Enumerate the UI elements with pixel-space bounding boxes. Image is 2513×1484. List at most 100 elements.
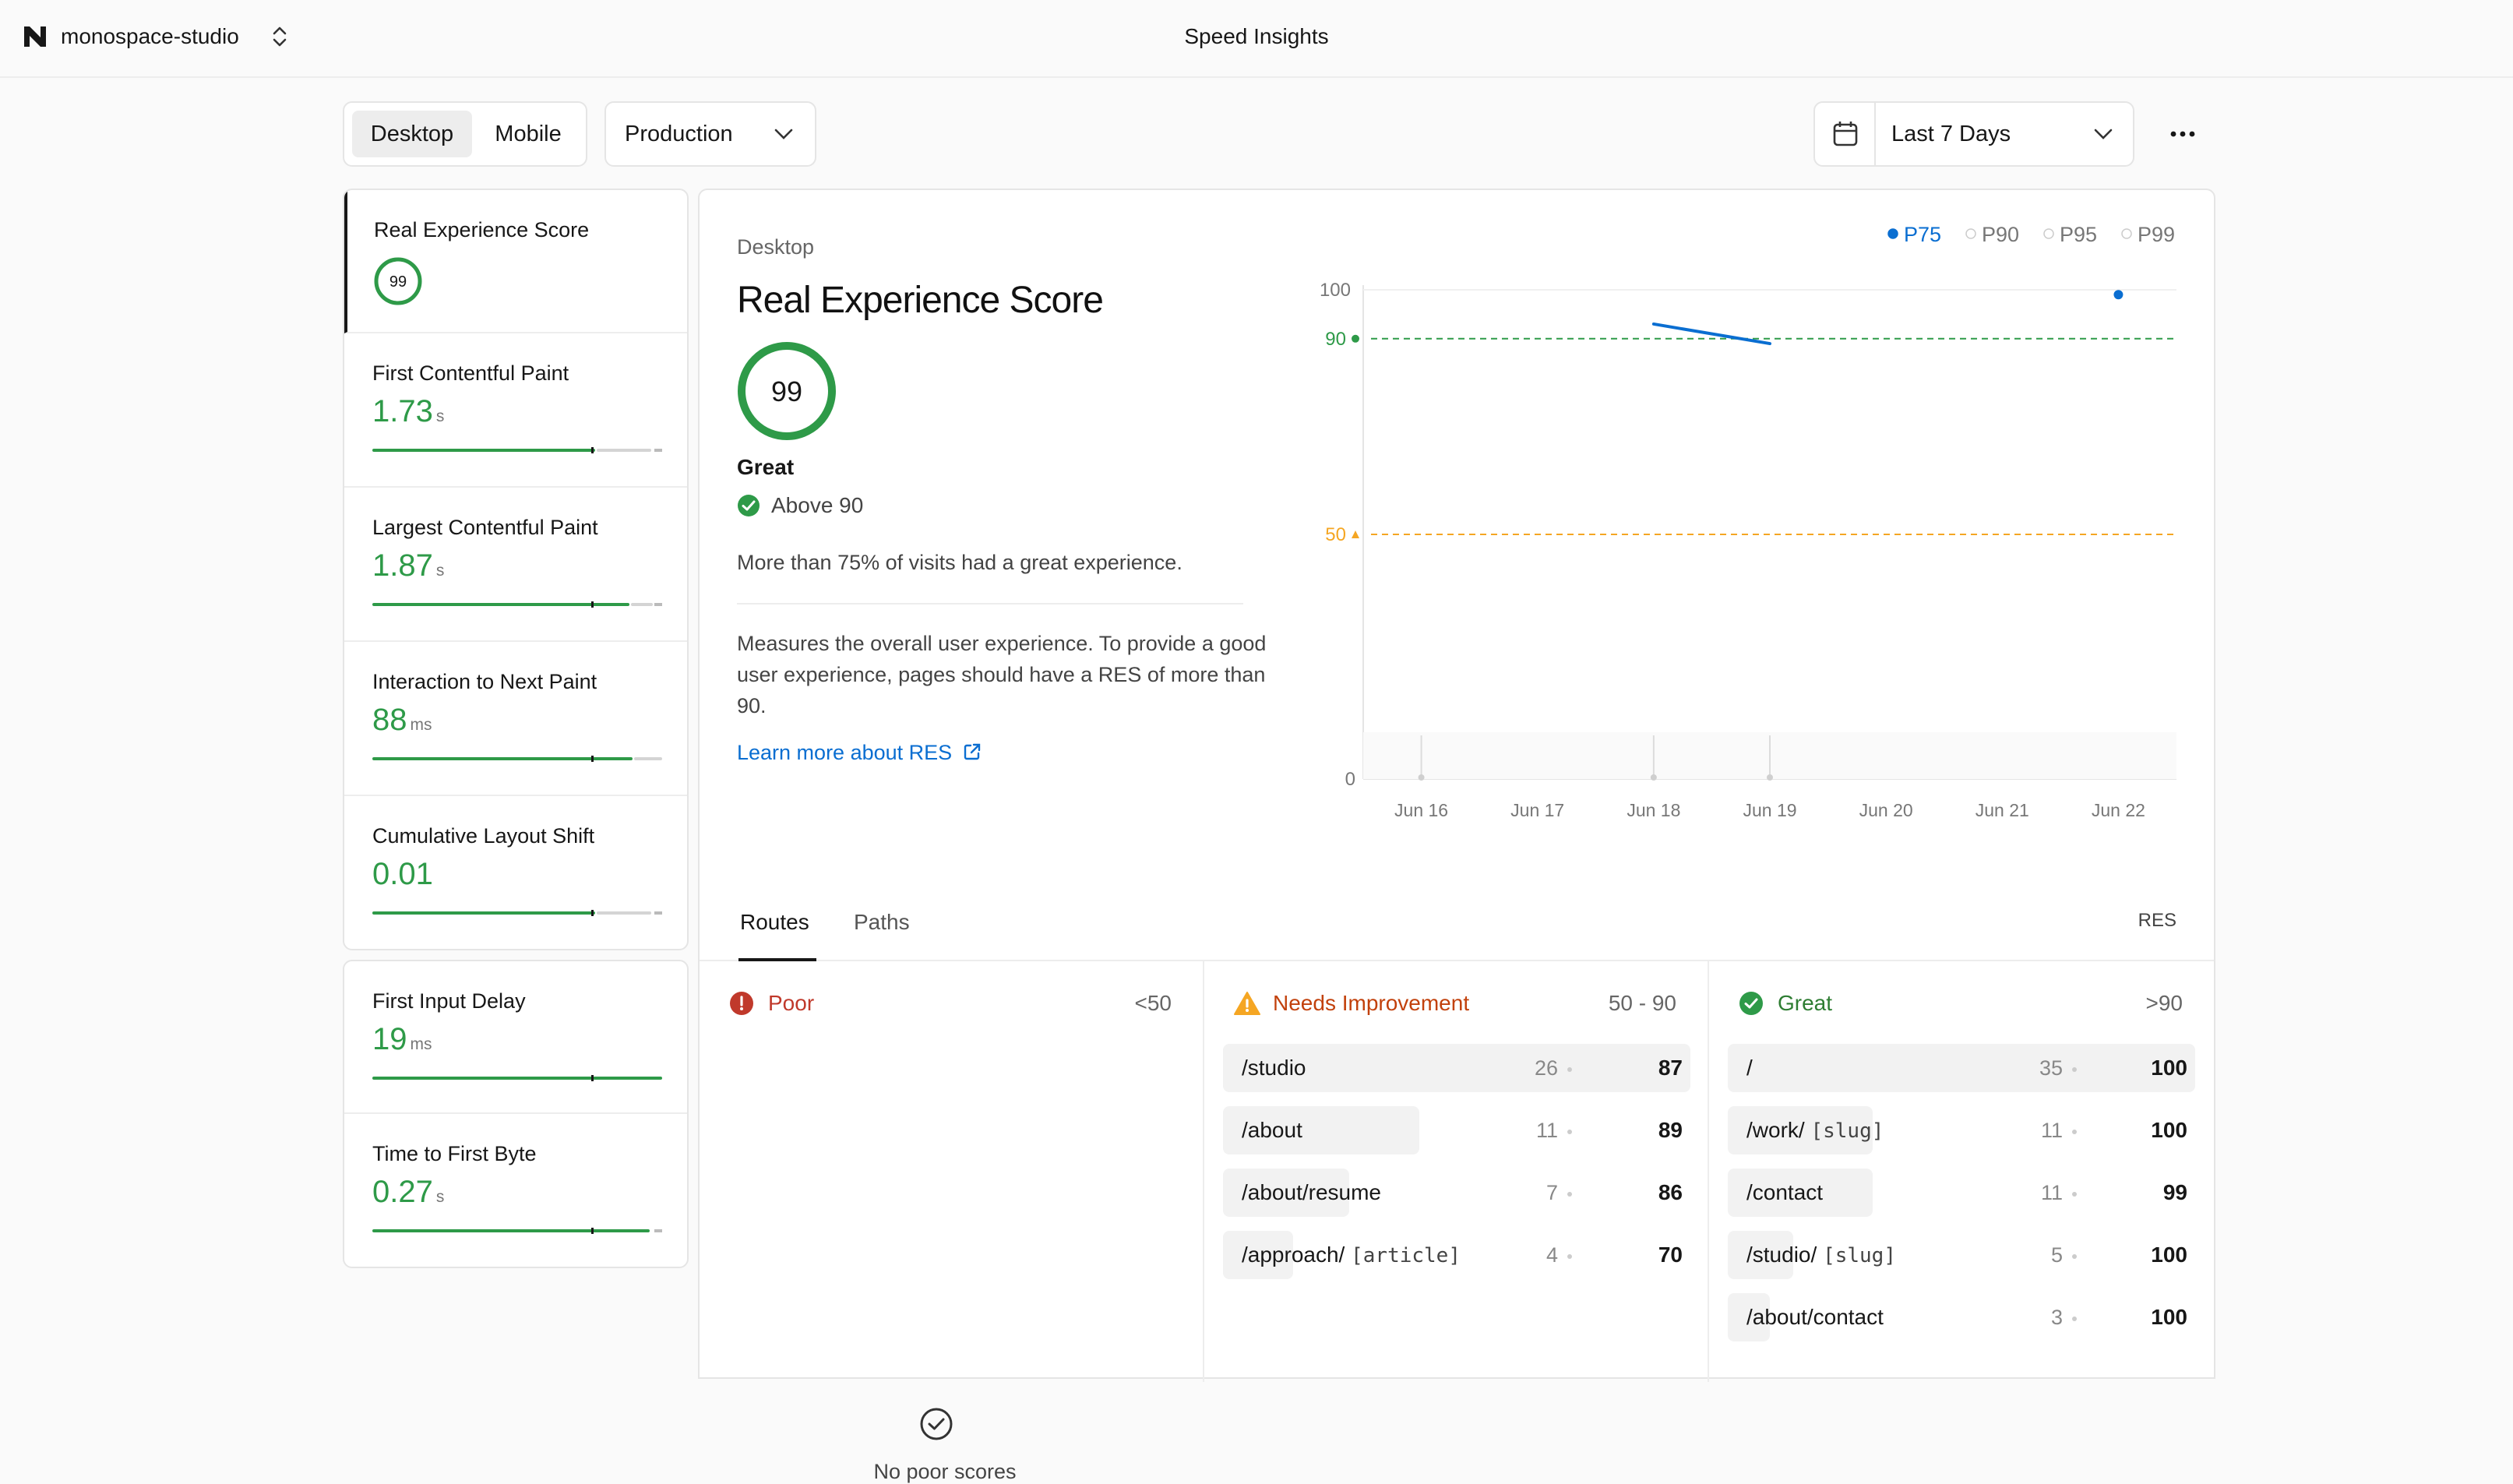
metric-progress-bar	[372, 756, 662, 762]
series-point	[2113, 290, 2124, 300]
learn-more-label: Learn more about RES	[737, 741, 953, 764]
route-score: 100	[2151, 1305, 2187, 1329]
summary-text: More than 75% of visits had a great expe…	[737, 551, 1182, 574]
metric-ttfb[interactable]: Time to First Byte 0.27 s	[344, 1114, 687, 1267]
score-ring: 99	[374, 257, 422, 305]
needs-improvement-range: 50 - 90	[1608, 991, 1676, 1015]
x-tick-label: Jun 21	[1976, 800, 2029, 820]
metric-column-label: RES	[2138, 910, 2176, 931]
route-row[interactable]: /contact 11 99	[1728, 1169, 2195, 1217]
metric-cls[interactable]: Cumulative Layout Shift 0.01	[344, 796, 687, 949]
metric-value: 1.73 s	[372, 394, 445, 428]
alert-circle-icon	[730, 992, 753, 1015]
visit-indicator-icon	[2072, 1130, 2077, 1134]
threshold-marker	[1352, 531, 1359, 538]
metric-value: 0.01	[372, 857, 433, 891]
route-path: /about	[1242, 1118, 1302, 1142]
route-slug: [article]	[1351, 1244, 1461, 1267]
metric-title: Interaction to Next Paint	[372, 670, 597, 693]
route-row[interactable]: /about/contact 3 100	[1728, 1293, 2195, 1341]
metric-progress-bar	[372, 910, 662, 916]
route-path: /about/contact	[1746, 1305, 1884, 1329]
metric-res[interactable]: Real Experience Score 99	[344, 190, 687, 333]
poor-label: Poor	[768, 991, 815, 1015]
metric-lcp[interactable]: Largest Contentful Paint 1.87 s	[344, 488, 687, 642]
visit-indicator-icon	[1567, 1192, 1572, 1197]
route-visit-count: 11	[2040, 1119, 2063, 1142]
metric-value: 1.87 s	[372, 548, 445, 583]
route-score: 99	[2162, 1180, 2187, 1204]
route-row[interactable]: /studio/ [slug] 5 100	[1728, 1231, 2195, 1279]
route-row[interactable]: / 35 100	[1728, 1044, 2195, 1092]
route-score: 70	[1658, 1243, 1683, 1267]
route-path: /approach/ [article]	[1242, 1243, 1461, 1267]
metric-title: Real Experience Score	[374, 218, 590, 241]
needs-improvement-label: Needs Improvement	[1273, 991, 1470, 1015]
x-tick-label: Jun 20	[1859, 800, 1913, 820]
tab-desktop[interactable]: Desktop	[352, 111, 472, 157]
route-visit-count: 5	[2050, 1243, 2063, 1267]
chevron-down-icon	[774, 129, 793, 139]
core-metrics-group: Real Experience Score 99 First Contentfu…	[343, 189, 689, 950]
check-circle-icon	[1739, 992, 1763, 1015]
metric-fid[interactable]: First Input Delay 19 ms	[344, 961, 687, 1114]
metric-inp[interactable]: Interaction to Next Paint 88 ms	[344, 642, 687, 796]
x-tick-label: Jun 18	[1627, 800, 1680, 820]
page-title: Speed Insights	[1184, 24, 1329, 48]
route-row[interactable]: /studio 26 87	[1223, 1044, 1690, 1092]
route-score: 86	[1658, 1180, 1683, 1204]
route-path: /studio	[1242, 1056, 1306, 1080]
visit-indicator-icon	[2072, 1067, 2077, 1072]
x-tick-label: Jun 22	[2092, 800, 2145, 820]
external-link-icon	[964, 743, 980, 760]
legend-item-p90[interactable]: P90	[1982, 223, 2019, 246]
great-label: Great	[1778, 991, 1833, 1015]
tab-mobile[interactable]: Mobile	[474, 111, 583, 157]
learn-more-link[interactable]: Learn more about RES	[737, 738, 982, 767]
check-circle-outline-icon	[920, 1408, 953, 1440]
route-score: 87	[1658, 1056, 1683, 1080]
x-tick-label: Jun 19	[1743, 800, 1796, 820]
calendar-button	[1815, 103, 1876, 165]
threshold-label-90: 90	[1325, 329, 1346, 350]
x-tick-label: Jun 16	[1394, 800, 1448, 820]
metric-progress-bar	[372, 447, 662, 453]
metric-title: Largest Contentful Paint	[372, 516, 598, 539]
environment-label: Production	[625, 122, 733, 146]
legend-item-p99[interactable]: P99	[2138, 223, 2175, 246]
route-row[interactable]: /about 11 89	[1223, 1106, 1690, 1154]
route-path: /work/ [slug]	[1746, 1118, 1884, 1143]
environment-dropdown[interactable]: Production	[604, 101, 816, 167]
rating-label: Great	[737, 455, 795, 479]
poor-column: Poor <50 No poor scores	[700, 961, 1204, 1483]
date-range-dropdown[interactable]: Last 7 Days	[1813, 101, 2134, 167]
legend-marker	[1887, 228, 1898, 239]
series-line	[1651, 322, 1771, 346]
visit-indicator-icon	[2072, 1317, 2077, 1321]
route-score: 89	[1658, 1118, 1683, 1142]
metric-fcp[interactable]: First Contentful Paint 1.73 s	[344, 333, 687, 488]
chevron-down-icon	[2094, 129, 2113, 139]
route-visit-count: 35	[2039, 1056, 2063, 1080]
x-tick-label: Jun 17	[1510, 800, 1564, 820]
check-circle-icon	[738, 495, 760, 516]
y-tick-label: 0	[1345, 769, 1355, 790]
visit-indicator-icon	[1567, 1254, 1572, 1259]
top-bar: monospace-studio Speed Insights	[0, 0, 2513, 78]
tab-routes[interactable]: Routes	[740, 908, 809, 936]
y-tick-label: 100	[1320, 280, 1351, 301]
poor-range: <50	[1134, 991, 1172, 1015]
legend-item-p95[interactable]: P95	[2060, 223, 2097, 246]
metric-progress-bar	[372, 1228, 662, 1234]
routes-tabs	[700, 868, 2214, 961]
score-ring-value: 99	[771, 375, 802, 407]
legend-marker	[1965, 228, 1976, 239]
more-options-icon[interactable]	[2166, 118, 2200, 150]
route-row[interactable]: /about/resume 7 86	[1223, 1169, 1690, 1217]
route-row[interactable]: /work/ [slug] 11 100	[1728, 1106, 2195, 1154]
route-visit-count: 3	[2050, 1306, 2063, 1329]
legend-item-p75[interactable]: P75	[1904, 223, 1941, 246]
score-ring: 99	[738, 342, 836, 440]
tab-paths[interactable]: Paths	[854, 908, 910, 936]
route-row[interactable]: /approach/ [article] 4 70	[1223, 1231, 1690, 1279]
